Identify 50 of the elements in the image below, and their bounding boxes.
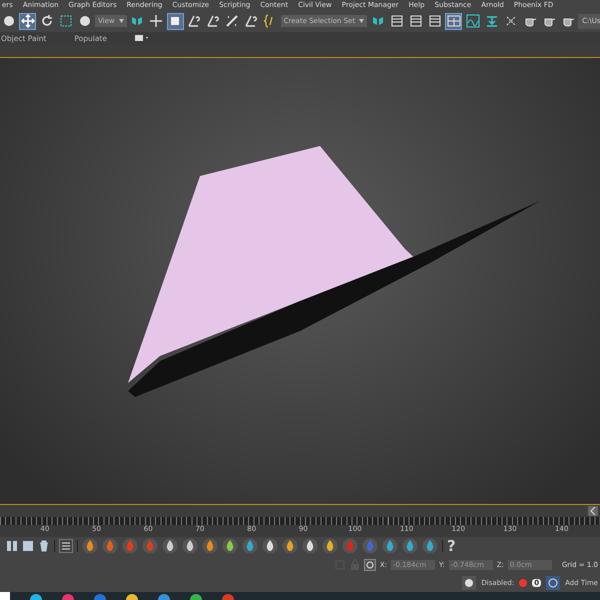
cross-tool-button[interactable] <box>148 12 165 30</box>
move-icon <box>20 14 34 28</box>
scale-icon <box>58 14 72 28</box>
transform-mode-icon[interactable] <box>364 558 376 570</box>
taskbar-app-icon[interactable] <box>158 594 170 600</box>
dope-icon <box>484 14 499 28</box>
effect-tool-icon[interactable] <box>222 538 238 554</box>
effect-tool-icon[interactable] <box>202 538 218 554</box>
layers-icon <box>428 14 442 28</box>
taskbar-app-icon[interactable] <box>190 594 202 600</box>
move-tool-button[interactable] <box>19 12 36 30</box>
help-button[interactable]: ? <box>447 538 456 554</box>
square-tool-button[interactable] <box>166 12 184 30</box>
taskbar-app-icon[interactable] <box>126 594 138 600</box>
snap3-icon <box>187 14 202 28</box>
effect-tool-icon[interactable] <box>382 538 398 554</box>
caret-icon <box>359 19 364 24</box>
viewport[interactable] <box>0 58 600 504</box>
taskbar-app-icon[interactable] <box>62 594 74 600</box>
list-icon[interactable] <box>59 539 73 554</box>
pause-icon[interactable] <box>6 540 18 552</box>
trash-icon[interactable] <box>38 540 50 552</box>
record-dot-icon <box>519 578 528 586</box>
time-tag-icon[interactable] <box>546 576 560 590</box>
effect-tool-icon[interactable] <box>242 538 258 554</box>
effect-tool-icon[interactable] <box>262 538 278 554</box>
curve-icon <box>466 14 480 28</box>
effect-tool-icon[interactable] <box>162 538 178 554</box>
stop-icon[interactable] <box>22 540 34 552</box>
effect-tool-icon[interactable] <box>402 538 418 554</box>
taskbar-app-icon[interactable] <box>30 594 42 600</box>
rotate-icon <box>40 14 54 28</box>
grid-icon <box>446 14 461 28</box>
caret-icon <box>118 19 124 24</box>
effect-tool-icon[interactable] <box>82 538 98 554</box>
align-icon <box>390 14 404 28</box>
timeline-nav-button[interactable] <box>588 506 598 516</box>
cross-icon <box>149 14 164 28</box>
spinner-icon <box>244 14 258 28</box>
effect-tool-icon[interactable] <box>182 538 198 554</box>
percent-icon <box>225 14 240 28</box>
effect-tool-icon[interactable] <box>422 538 438 554</box>
angle-icon <box>206 14 220 28</box>
ribbon-toggle-icon[interactable] <box>134 34 149 42</box>
effect-tool-icon[interactable] <box>302 538 318 554</box>
effect-tool-icon[interactable] <box>282 538 298 554</box>
curve-tool-button[interactable] <box>464 12 482 30</box>
list-icon <box>408 14 423 28</box>
effect-tool-icon[interactable] <box>322 538 338 554</box>
grid-tool-button[interactable] <box>445 12 462 30</box>
